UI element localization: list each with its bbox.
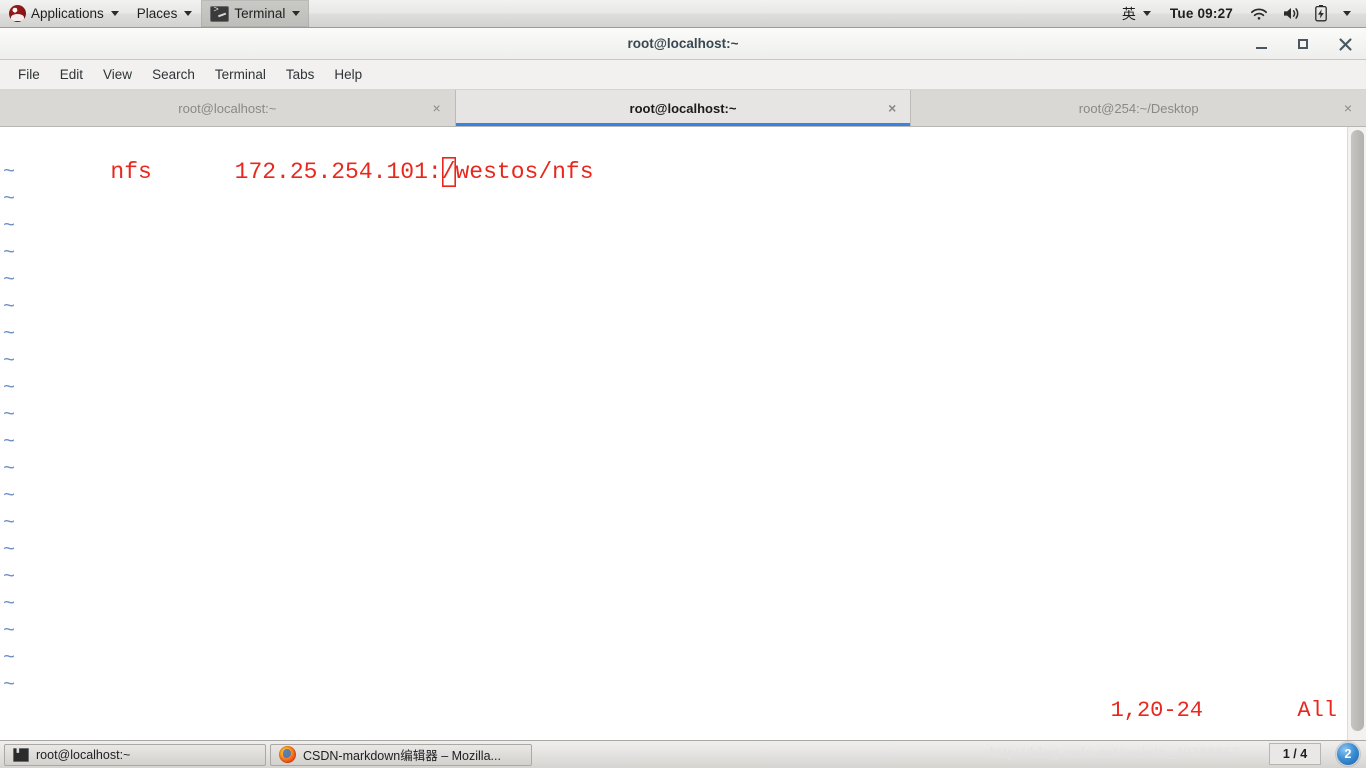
window-controls: [1240, 28, 1366, 60]
places-menu[interactable]: Places: [128, 0, 202, 27]
battery-icon[interactable]: [1308, 0, 1334, 27]
vim-tilde-marker: ~: [3, 269, 16, 292]
watermark-text: http://blog.csdn.net/weixin_40388867: [990, 745, 1240, 761]
chevron-down-icon: [110, 11, 119, 16]
places-menu-label: Places: [136, 6, 178, 21]
vim-tilde-marker: ~: [3, 458, 16, 481]
vim-tilde-marker: ~: [3, 647, 16, 670]
vim-tilde-marker: ~: [3, 674, 16, 697]
tab-label: root@localhost:~: [629, 100, 737, 116]
menu-terminal[interactable]: Terminal: [205, 60, 276, 89]
workspace-switcher[interactable]: 1 / 4: [1269, 743, 1321, 765]
active-app-menu-terminal[interactable]: Terminal: [201, 0, 310, 27]
firefox-icon: [279, 746, 296, 763]
notification-badge[interactable]: 2: [1336, 742, 1360, 766]
minimize-button[interactable]: [1240, 28, 1282, 60]
vim-scroll-indicator: All: [1297, 698, 1337, 723]
taskbar-item-terminal[interactable]: root@localhost:~: [4, 743, 266, 766]
vim-tilde-marker: ~: [3, 350, 16, 373]
terminal-icon: [13, 746, 29, 762]
vim-line-before-cursor: nfs 172.25.254.101:: [110, 159, 442, 185]
window-title: root@localhost:~: [627, 36, 739, 51]
menu-tabs[interactable]: Tabs: [276, 60, 325, 89]
tab-bar: root@localhost:~ × root@localhost:~ × ro…: [0, 90, 1366, 127]
terminal-icon: [210, 5, 230, 22]
chevron-down-icon: [1142, 11, 1151, 16]
input-method-indicator[interactable]: 英: [1113, 0, 1160, 27]
clock[interactable]: Tue 09:27: [1160, 6, 1243, 21]
vim-cursor-position: 1,20-24: [1110, 698, 1203, 723]
vim-tilde-marker: ~: [3, 161, 16, 184]
menu-file[interactable]: File: [8, 60, 50, 89]
vim-text-line: nfs 172.25.254.101:/westos/nfs: [0, 127, 593, 185]
chevron-down-icon: [184, 11, 193, 16]
taskbar-item-label: root@localhost:~: [36, 747, 131, 762]
vim-tilde-marker: ~: [3, 377, 16, 400]
taskbar-item-firefox[interactable]: CSDN-markdown编辑器 – Mozilla...: [270, 743, 532, 766]
tab-close-icon[interactable]: ×: [432, 101, 440, 115]
tab-close-icon[interactable]: ×: [1344, 101, 1352, 115]
vim-tilde-marker: ~: [3, 323, 16, 346]
vim-tilde-marker: ~: [3, 485, 16, 508]
volume-icon[interactable]: [1275, 0, 1308, 27]
vim-tilde-marker: ~: [3, 215, 16, 238]
vim-empty-line-markers: ~ ~ ~ ~ ~ ~ ~ ~ ~ ~ ~ ~ ~ ~ ~ ~ ~ ~ ~ ~: [3, 159, 15, 699]
vim-tilde-marker: ~: [3, 512, 16, 535]
input-method-label: 英: [1121, 6, 1136, 23]
top-panel: Applications Places Terminal 英 Tue 09:27: [0, 0, 1366, 28]
top-panel-right: 英 Tue 09:27: [1113, 0, 1366, 27]
vim-tilde-marker: ~: [3, 404, 16, 427]
menu-search[interactable]: Search: [142, 60, 205, 89]
menu-help[interactable]: Help: [324, 60, 372, 89]
menu-bar: File Edit View Search Terminal Tabs Help: [0, 60, 1366, 90]
system-menu-button[interactable]: [1334, 0, 1358, 27]
terminal-scrollbar[interactable]: [1347, 127, 1366, 740]
terminal-body[interactable]: nfs 172.25.254.101:/westos/nfs ~ ~ ~ ~ ~ ~ ~ ~ ~…: [0, 127, 1366, 740]
menu-edit[interactable]: Edit: [50, 60, 93, 89]
active-app-label: Terminal: [234, 6, 286, 21]
close-button[interactable]: [1324, 28, 1366, 60]
applications-menu-label: Applications: [31, 6, 104, 21]
tab-2[interactable]: root@254:~/Desktop ×: [911, 90, 1366, 126]
tab-close-icon[interactable]: ×: [888, 101, 896, 115]
scrollbar-thumb[interactable]: [1351, 130, 1364, 731]
vim-tilde-marker: ~: [3, 431, 16, 454]
tab-0[interactable]: root@localhost:~ ×: [0, 90, 456, 126]
window-titlebar: root@localhost:~: [0, 28, 1366, 60]
taskbar-item-label: CSDN-markdown编辑器 – Mozilla...: [303, 749, 501, 763]
vim-tilde-marker: ~: [3, 566, 16, 589]
vim-tilde-marker: ~: [3, 593, 16, 616]
chevron-down-icon: [292, 11, 301, 16]
applications-menu[interactable]: Applications: [0, 0, 128, 27]
vim-tilde-marker: ~: [3, 188, 16, 211]
maximize-button[interactable]: [1282, 28, 1324, 60]
vim-line-after-cursor: westos/nfs: [455, 159, 594, 185]
redhat-logo-icon: [9, 5, 26, 22]
menu-view[interactable]: View: [93, 60, 142, 89]
tab-label: root@254:~/Desktop: [1078, 100, 1199, 116]
chevron-down-icon: [1343, 11, 1351, 16]
tab-label: root@localhost:~: [178, 100, 277, 116]
vim-tilde-marker: ~: [3, 242, 16, 265]
vim-cursor: /: [441, 159, 456, 185]
top-panel-left: Applications Places Terminal: [0, 0, 310, 27]
vim-tilde-marker: ~: [3, 620, 16, 643]
vim-tilde-marker: ~: [3, 296, 16, 319]
terminal-window: root@localhost:~ File Edit View Search T…: [0, 28, 1366, 740]
desktop-root: Applications Places Terminal 英 Tue 09:27: [0, 0, 1366, 768]
taskbar: root@localhost:~ CSDN-markdown编辑器 – Mozi…: [0, 740, 1366, 768]
wifi-icon[interactable]: [1243, 0, 1275, 27]
vim-tilde-marker: ~: [3, 539, 16, 562]
tab-1[interactable]: root@localhost:~ ×: [455, 90, 912, 126]
